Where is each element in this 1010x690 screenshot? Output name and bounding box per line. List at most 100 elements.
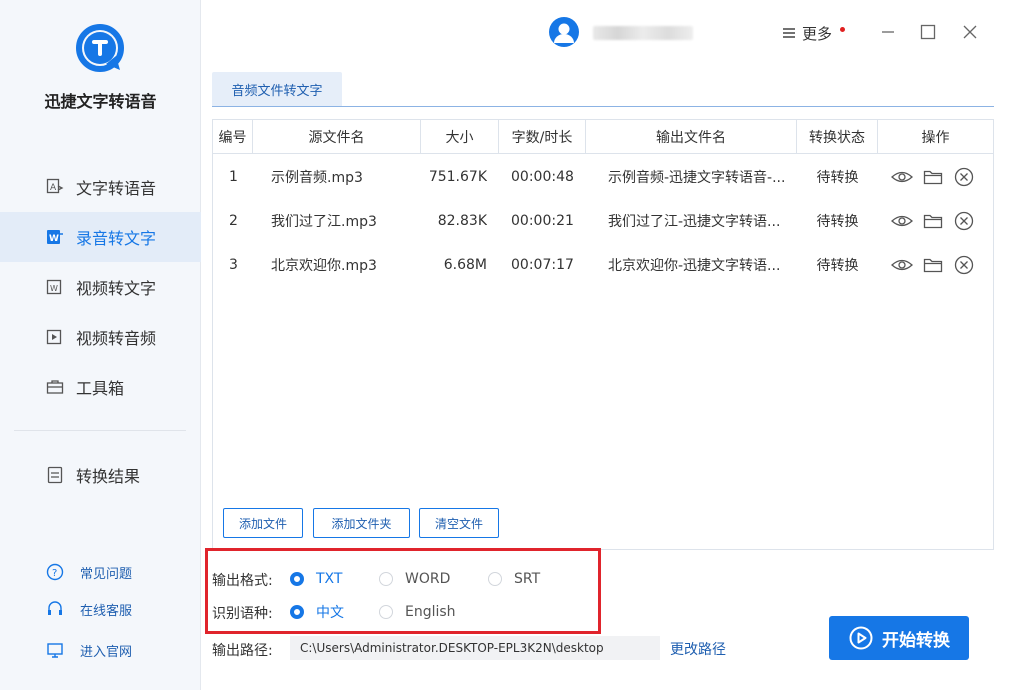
output-format-label: 输出格式: — [212, 573, 273, 589]
row-size: 82.83K — [437, 213, 487, 229]
output-path-field[interactable] — [290, 636, 660, 660]
faq-label: 常见问题 — [80, 566, 133, 582]
table-row[interactable]: 1 示例音频.mp3 751.67K 00:00:48 示例音频-迅捷文字转语音… — [213, 155, 993, 199]
svg-text:W: W — [50, 284, 58, 293]
menu-icon — [782, 26, 796, 40]
file-table: 编号 源文件名 大小 字数/时长 输出文件名 转换状态 操作 1 示例音频.mp… — [212, 119, 994, 550]
row-index: 3 — [229, 257, 238, 273]
row-size: 751.67K — [428, 169, 487, 185]
text-to-speech-icon: A — [46, 178, 64, 196]
change-path-link[interactable]: 更改路径 — [670, 639, 726, 659]
remove-icon[interactable] — [953, 210, 975, 232]
app-name: 迅捷文字转语音 — [44, 92, 157, 111]
maximize-icon — [920, 24, 936, 40]
notification-dot — [840, 27, 845, 32]
tab-underline — [212, 106, 994, 107]
sidebar-divider — [14, 430, 186, 431]
open-folder-icon[interactable] — [922, 254, 944, 276]
row-index: 2 — [229, 213, 238, 229]
preview-eye-icon[interactable] — [891, 254, 913, 276]
row-actions — [891, 253, 975, 277]
col-status: 转换状态 — [797, 120, 878, 154]
website-label: 进入官网 — [80, 644, 133, 660]
format-srt-label: SRT — [514, 571, 541, 587]
sidebar-item-label: 录音转文字 — [76, 229, 157, 248]
sidebar-item-audio-to-text[interactable]: W 录音转文字 — [0, 212, 201, 262]
format-word-label: WORD — [405, 571, 451, 587]
sidebar-item-results[interactable]: 转换结果 — [0, 450, 201, 500]
sidebar-item-video-to-text[interactable]: W 视频转文字 — [0, 262, 201, 312]
minimize-icon — [882, 31, 894, 33]
online-service-link[interactable]: 在线客服 — [46, 598, 132, 620]
row-status: 待转换 — [816, 258, 859, 274]
language-chinese-radio[interactable]: 中文 — [290, 602, 344, 622]
col-source: 源文件名 — [253, 120, 421, 154]
tab-audio-to-text[interactable]: 音频文件转文字 — [212, 72, 342, 106]
more-menu-button[interactable]: 更多 — [782, 22, 832, 44]
audio-to-text-icon: W — [46, 228, 64, 246]
row-size: 6.68M — [443, 257, 487, 273]
radio-circle — [488, 572, 502, 586]
row-source: 示例音频.mp3 — [271, 170, 363, 186]
row-actions — [891, 209, 975, 233]
sidebar-item-video-to-audio[interactable]: 视频转音频 — [0, 312, 201, 362]
sidebar-item-label: 视频转音频 — [76, 329, 157, 348]
table-row[interactable]: 2 我们过了江.mp3 82.83K 00:00:21 我们过了江-迅捷文字转语… — [213, 199, 993, 243]
language-english-radio[interactable]: English — [379, 602, 456, 622]
format-txt-label: TXT — [316, 571, 343, 587]
open-folder-icon[interactable] — [922, 166, 944, 188]
sidebar-item-toolbox[interactable]: 工具箱 — [0, 362, 201, 412]
format-srt-radio[interactable]: SRT — [488, 569, 540, 589]
row-duration: 00:00:48 — [511, 169, 574, 185]
close-icon — [963, 25, 977, 39]
results-icon — [46, 466, 64, 484]
close-button[interactable] — [958, 20, 982, 44]
sidebar-item-label: 文字转语音 — [76, 179, 157, 198]
preview-eye-icon[interactable] — [891, 210, 913, 232]
output-path-label: 输出路径: — [212, 643, 273, 659]
radio-circle — [290, 605, 304, 619]
sidebar-item-label: 工具箱 — [76, 379, 125, 398]
sidebar: 迅捷文字转语音 A 文字转语音 W 录音转文字 W 视频转文字 视频转音频 工具… — [0, 0, 201, 690]
row-output: 示例音频-迅捷文字转语音-... — [608, 170, 786, 186]
format-txt-radio[interactable]: TXT — [290, 569, 342, 589]
svg-text:?: ? — [52, 568, 57, 579]
col-size: 大小 — [421, 120, 499, 154]
preview-eye-icon[interactable] — [891, 166, 913, 188]
radio-circle — [290, 572, 304, 586]
headset-icon — [46, 600, 64, 618]
table-header: 编号 源文件名 大小 字数/时长 输出文件名 转换状态 操作 — [213, 120, 993, 154]
remove-icon[interactable] — [953, 254, 975, 276]
clear-files-button[interactable]: 清空文件 — [419, 508, 499, 538]
language-label: 识别语种: — [212, 606, 273, 622]
open-folder-icon[interactable] — [922, 210, 944, 232]
radio-circle — [379, 572, 393, 586]
row-status: 待转换 — [816, 214, 859, 230]
format-word-radio[interactable]: WORD — [379, 569, 450, 589]
row-duration: 00:00:21 — [511, 213, 574, 229]
language-chinese-label: 中文 — [316, 605, 344, 621]
sidebar-item-label: 视频转文字 — [76, 279, 157, 298]
user-avatar-icon[interactable] — [549, 17, 579, 47]
row-status: 待转换 — [816, 170, 859, 186]
col-duration: 字数/时长 — [499, 120, 586, 154]
add-file-button[interactable]: 添加文件 — [223, 508, 303, 538]
row-index: 1 — [229, 169, 238, 185]
table-row[interactable]: 3 北京欢迎你.mp3 6.68M 00:07:17 北京欢迎你-迅捷文字转语.… — [213, 243, 993, 287]
maximize-button[interactable] — [916, 20, 940, 44]
remove-icon[interactable] — [953, 166, 975, 188]
col-actions: 操作 — [921, 130, 950, 146]
col-index: 编号 — [213, 120, 253, 154]
app-logo-icon — [76, 24, 126, 74]
play-circle-icon — [848, 625, 874, 651]
language-english-label: English — [405, 604, 456, 620]
row-source: 我们过了江.mp3 — [271, 214, 377, 230]
faq-link[interactable]: ? 常见问题 — [46, 561, 132, 583]
start-convert-button[interactable]: 开始转换 — [829, 616, 969, 660]
website-link[interactable]: 进入官网 — [46, 639, 132, 661]
start-convert-label: 开始转换 — [882, 630, 950, 651]
minimize-button[interactable] — [876, 20, 900, 44]
add-folder-button[interactable]: 添加文件夹 — [313, 508, 410, 538]
video-to-audio-icon — [46, 328, 64, 346]
sidebar-item-text-to-speech[interactable]: A 文字转语音 — [0, 162, 201, 212]
